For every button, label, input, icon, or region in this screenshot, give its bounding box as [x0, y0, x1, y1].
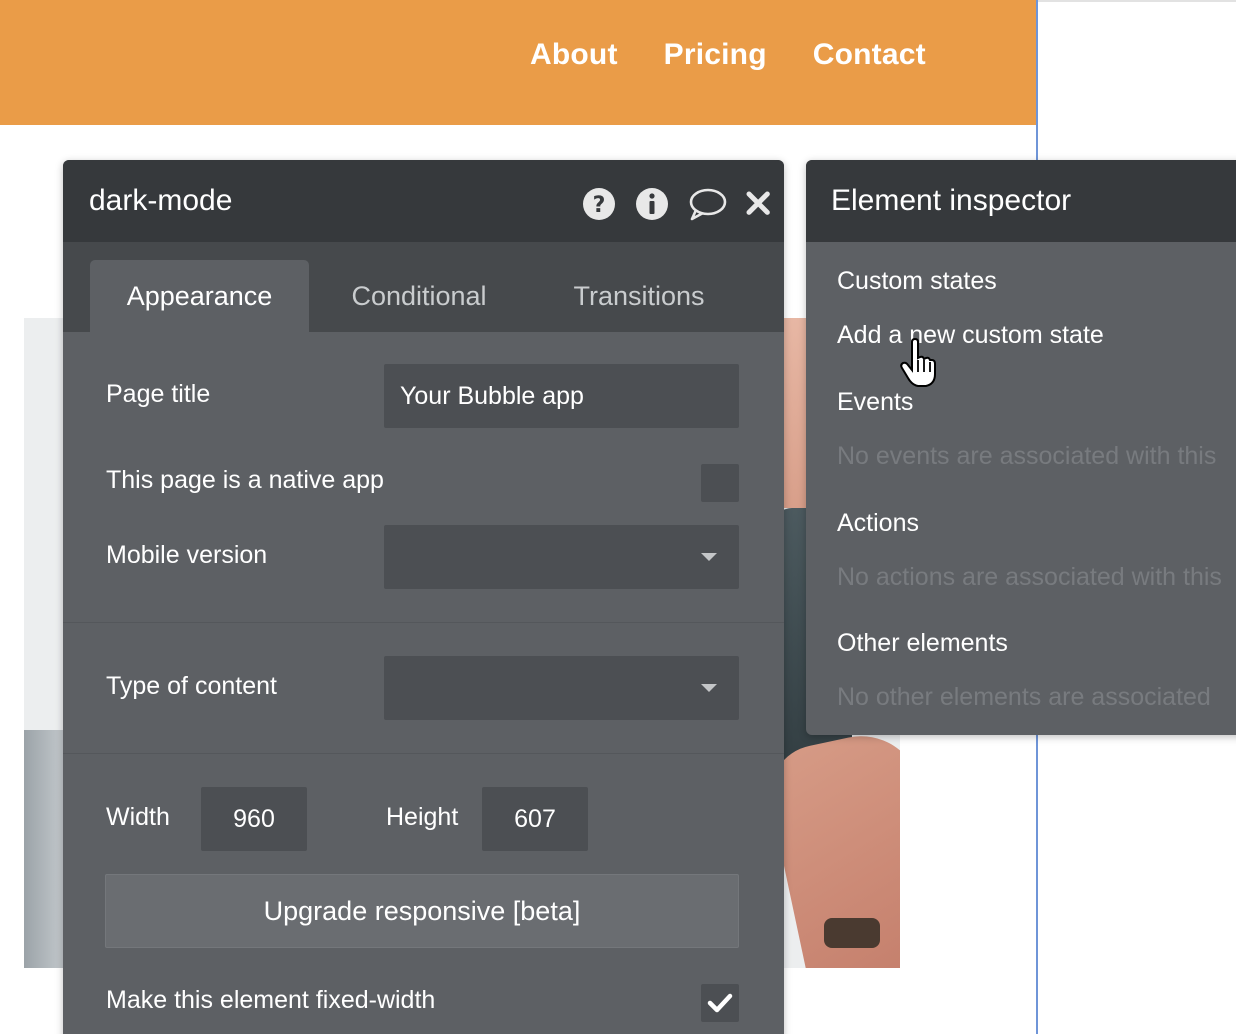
- chevron-down-icon: [701, 684, 717, 692]
- element-inspector-panel: Element inspector Custom states Add a ne…: [806, 160, 1236, 735]
- tab-appearance[interactable]: Appearance: [90, 260, 309, 332]
- custom-states-heading: Custom states: [837, 267, 997, 295]
- native-app-checkbox[interactable]: [701, 464, 739, 502]
- property-editor-header[interactable]: dark-mode ?: [63, 160, 784, 242]
- type-of-content-label: Type of content: [106, 672, 277, 700]
- other-elements-heading: Other elements: [837, 629, 1008, 657]
- actions-heading: Actions: [837, 509, 919, 537]
- property-editor-panel: dark-mode ? Appearance Conditional Trans…: [63, 160, 784, 1034]
- add-custom-state-link[interactable]: Add a new custom state: [837, 321, 1104, 350]
- chevron-down-icon: [701, 553, 717, 561]
- element-inspector-header[interactable]: Element inspector: [806, 160, 1236, 242]
- checkmark-icon: [707, 993, 733, 1013]
- tab-transitions[interactable]: Transitions: [539, 260, 739, 332]
- mobile-version-dropdown[interactable]: [384, 525, 739, 589]
- page-boundary-top: [1038, 0, 1236, 2]
- svg-text:?: ?: [593, 193, 606, 218]
- fixed-width-checkbox[interactable]: [701, 984, 739, 1022]
- comment-icon[interactable]: [687, 186, 727, 222]
- section-divider: [63, 622, 784, 623]
- height-input[interactable]: 607: [482, 787, 588, 851]
- type-of-content-dropdown[interactable]: [384, 656, 739, 720]
- property-editor-title: dark-mode: [89, 184, 233, 217]
- page-title-input[interactable]: Your Bubble app: [384, 364, 739, 428]
- site-nav: About Pricing Contact: [530, 38, 926, 72]
- events-empty-message: No events are associated with this: [837, 442, 1217, 470]
- close-icon[interactable]: [744, 186, 774, 222]
- upgrade-responsive-button[interactable]: Upgrade responsive [beta]: [105, 874, 739, 948]
- site-header: About Pricing Contact: [0, 0, 1036, 125]
- mobile-version-label: Mobile version: [106, 541, 268, 569]
- tab-conditional[interactable]: Conditional: [319, 260, 519, 332]
- header-icon-group: ?: [581, 186, 774, 222]
- native-app-label: This page is a native app: [106, 466, 384, 494]
- info-icon[interactable]: [634, 186, 670, 222]
- events-heading: Events: [837, 388, 914, 416]
- nav-link-contact[interactable]: Contact: [813, 38, 926, 72]
- page-title-label: Page title: [106, 380, 211, 408]
- element-inspector-title: Element inspector: [831, 184, 1072, 217]
- property-tabs: Appearance Conditional Transitions: [63, 242, 784, 332]
- width-label: Width: [106, 803, 170, 831]
- other-elements-empty-message: No other elements are associated: [837, 683, 1211, 711]
- help-icon[interactable]: ?: [581, 186, 617, 222]
- width-input[interactable]: 960: [201, 787, 307, 851]
- nav-link-about[interactable]: About: [530, 38, 618, 72]
- section-divider: [63, 753, 784, 754]
- nav-link-pricing[interactable]: Pricing: [664, 38, 767, 72]
- actions-empty-message: No actions are associated with this: [837, 563, 1222, 591]
- photo-watch: [824, 918, 880, 948]
- fixed-width-label: Make this element fixed-width: [106, 986, 436, 1014]
- height-label: Height: [386, 803, 459, 831]
